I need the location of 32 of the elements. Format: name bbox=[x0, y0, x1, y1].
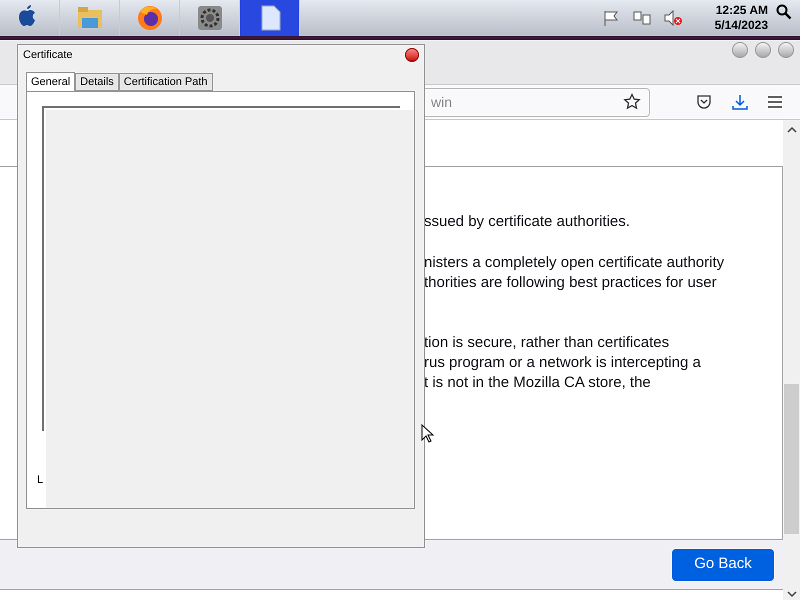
body-text: t is not in the Mozilla CA store, the bbox=[424, 373, 652, 393]
body-text: tion is secure, rather than certificates bbox=[424, 333, 670, 353]
cursor-icon bbox=[421, 424, 435, 444]
scroll-down-icon[interactable] bbox=[786, 590, 796, 598]
dialog-title: Certificate bbox=[23, 48, 73, 63]
url-text: win bbox=[431, 92, 454, 112]
tab[interactable]: Details bbox=[75, 73, 119, 91]
network-icon[interactable] bbox=[632, 10, 651, 26]
search-icon[interactable] bbox=[776, 4, 792, 20]
body-text: ssued by certificate authorities. bbox=[424, 212, 631, 232]
go-back-button[interactable]: Go Back bbox=[672, 548, 774, 580]
star-icon[interactable] bbox=[623, 93, 641, 111]
body-text: nisters a completely open certificate authority bbox=[424, 253, 726, 273]
clock-date: 5/14/2023 bbox=[714, 18, 768, 33]
scrollbar[interactable] bbox=[783, 120, 800, 600]
taskbar-button[interactable] bbox=[240, 0, 300, 36]
scroll-up-icon[interactable] bbox=[786, 126, 796, 134]
menu-icon[interactable] bbox=[767, 95, 783, 109]
close-button[interactable] bbox=[405, 48, 419, 62]
fox-globe-icon bbox=[136, 4, 164, 32]
download-icon[interactable] bbox=[731, 93, 749, 111]
speaker-icon[interactable] bbox=[662, 10, 683, 26]
tab[interactable]: General bbox=[26, 72, 76, 92]
clock-time: 12:25 AM bbox=[716, 3, 768, 18]
gear-icon bbox=[196, 4, 224, 32]
scroll-thumb[interactable] bbox=[784, 384, 799, 534]
pocket-icon[interactable] bbox=[696, 94, 712, 110]
tab[interactable]: Certification Path bbox=[118, 73, 213, 91]
label-text: L bbox=[37, 473, 44, 488]
body-text: thorities are following best practices for user bbox=[424, 273, 718, 293]
body-text: rus program or a network is intercepting a bbox=[424, 353, 702, 373]
flag-icon[interactable] bbox=[602, 10, 621, 26]
